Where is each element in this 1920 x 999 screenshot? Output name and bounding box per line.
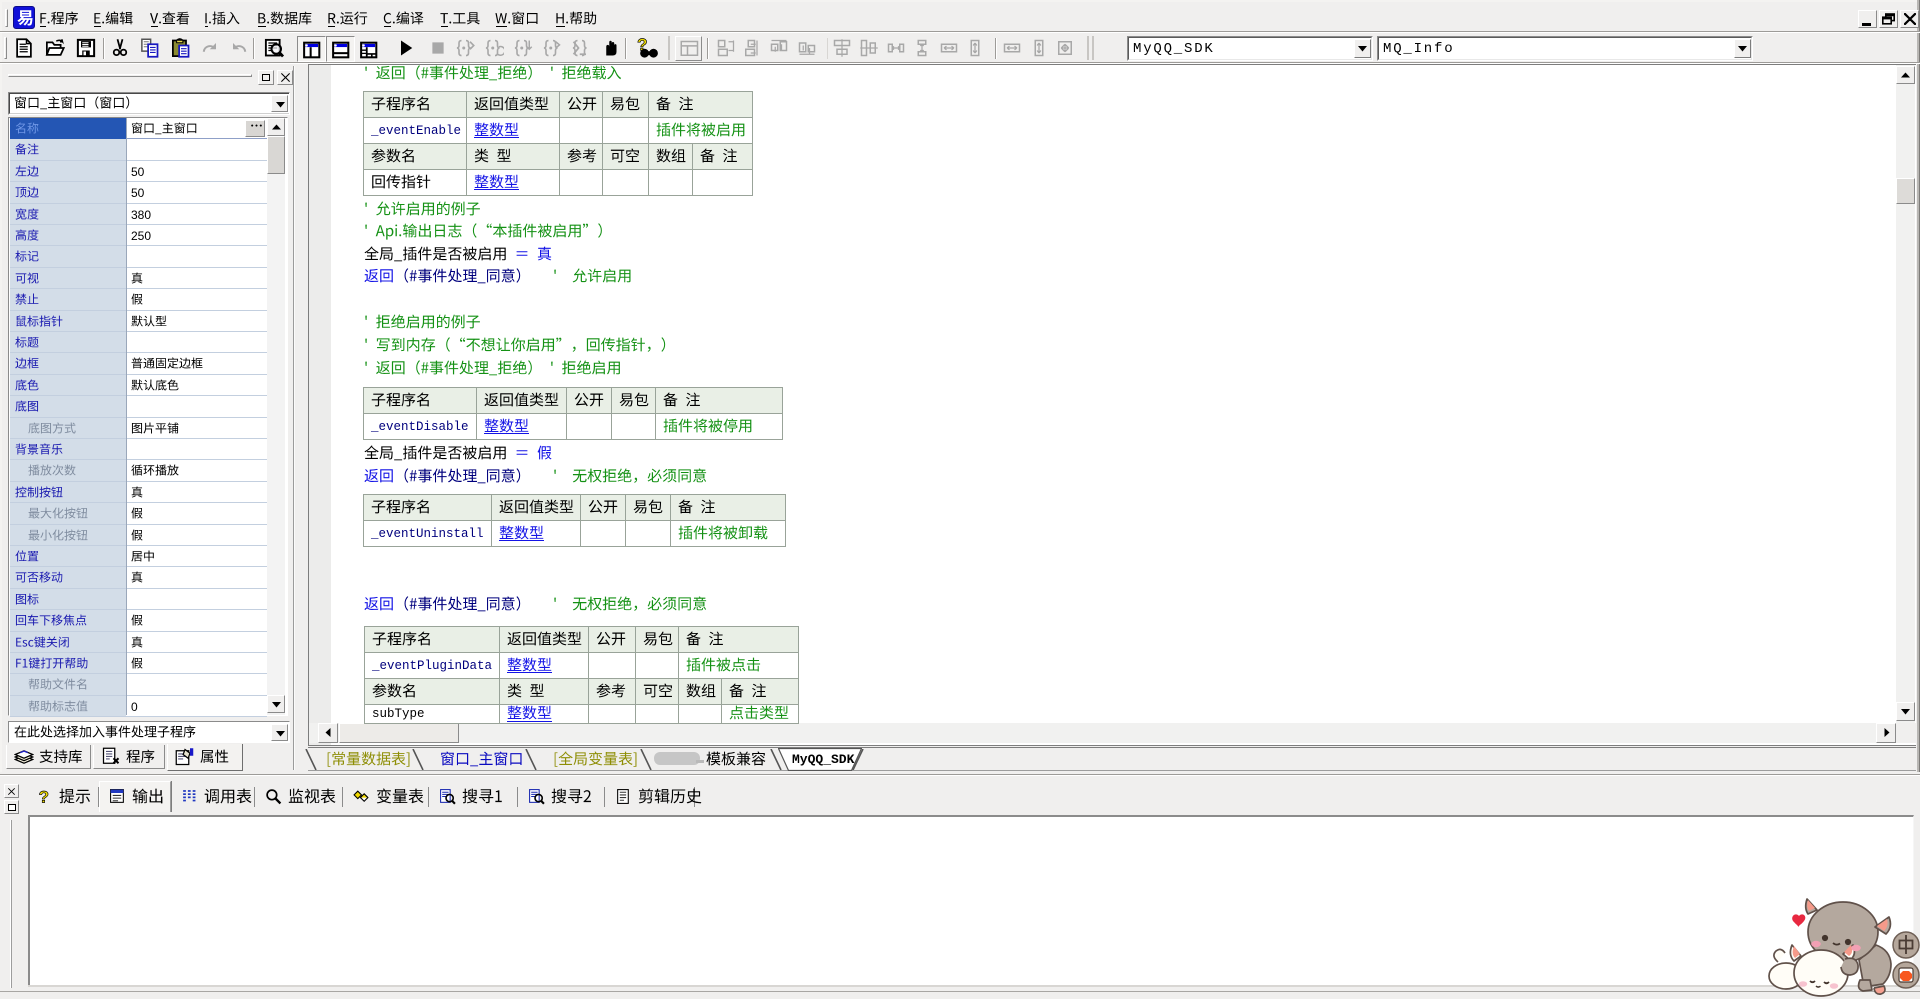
svg-text:?: ?	[39, 788, 49, 805]
